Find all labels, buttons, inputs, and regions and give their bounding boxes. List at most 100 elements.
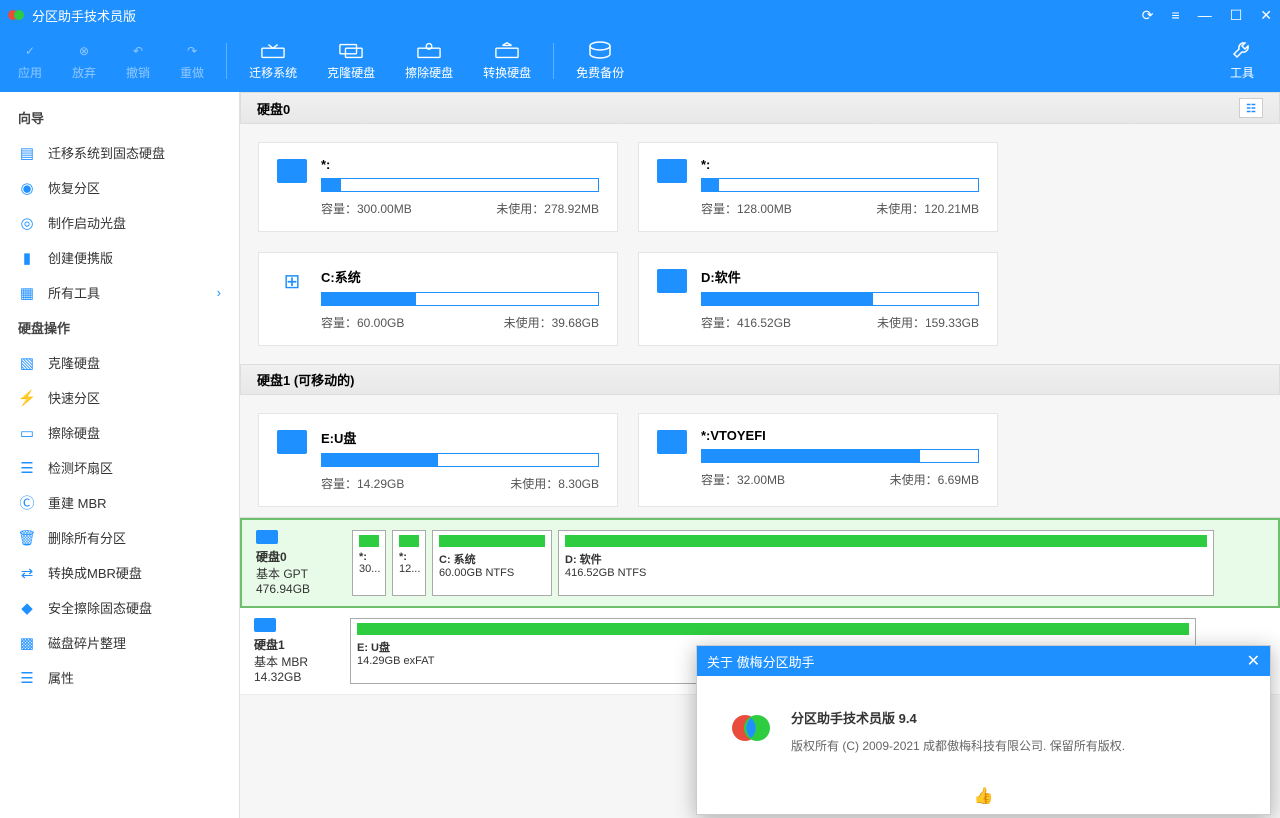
convert-button[interactable]: 转换硬盘 — [483, 41, 531, 81]
partition-card[interactable]: C:系统 容量：60.00GB未使用：39.68GB — [258, 252, 618, 346]
sidebar-item-rebuild-mbr[interactable]: Ⓒ重建 MBR — [0, 485, 239, 520]
sidebar-item-properties[interactable]: ☰属性 — [0, 660, 239, 695]
disk-icon — [256, 530, 278, 544]
recover-icon: ◉ — [18, 179, 36, 197]
wipe-icon — [417, 41, 441, 61]
usage-bar — [321, 292, 599, 306]
clone-icon: ▧ — [18, 354, 36, 372]
disk-segment[interactable]: *:30... — [352, 530, 386, 596]
drive-icon — [277, 159, 307, 183]
migrate-button[interactable]: 迁移系统 — [249, 41, 297, 81]
migrate-icon — [261, 41, 285, 61]
about-version: 分区助手技术员版 9.4 — [791, 708, 1125, 727]
unused-label: 未使用：6.69MB — [890, 471, 979, 488]
capacity-label: 容量：128.00MB — [701, 200, 792, 217]
app-title: 分区助手技术员版 — [32, 6, 1142, 25]
wipe-button[interactable]: 擦除硬盘 — [405, 41, 453, 81]
sidebar-item-migrate-ssd[interactable]: ▤迁移系统到固态硬盘 — [0, 135, 239, 170]
ssd-icon: ▤ — [18, 144, 36, 162]
disc-icon: ◎ — [18, 214, 36, 232]
sidebar-item-defrag[interactable]: ▩磁盘碎片整理 — [0, 625, 239, 660]
titlebar: 分区助手技术员版 ⟳ ≡ — ☐ ✕ — [0, 0, 1280, 30]
chevron-right-icon: › — [217, 285, 221, 300]
close-button[interactable]: ✕ — [1260, 7, 1272, 24]
mbr-icon: Ⓒ — [18, 494, 36, 512]
unused-label: 未使用：120.21MB — [876, 200, 979, 217]
drive-icon — [277, 269, 307, 293]
redo-button[interactable]: ↷重做 — [180, 41, 204, 81]
drive-icon — [657, 159, 687, 183]
convert-icon — [495, 41, 519, 61]
maximize-button[interactable]: ☐ — [1230, 7, 1243, 24]
drive-icon — [657, 269, 687, 293]
scan-icon: ☰ — [18, 459, 36, 477]
partition-card[interactable]: E:U盘 容量：14.29GB 未使用：8.30GB — [258, 413, 618, 507]
list-icon: ☰ — [18, 669, 36, 687]
disk-segment[interactable]: D: 软件416.52GB NTFS — [558, 530, 1214, 596]
about-dialog-title: 关于 傲梅分区助手 ✕ — [697, 646, 1270, 676]
view-toggle-button[interactable]: ☷ — [1239, 98, 1263, 118]
sidebar-item-convert-mbr[interactable]: ⇄转换成MBR硬盘 — [0, 555, 239, 590]
disk-segment[interactable]: *:12... — [392, 530, 426, 596]
minimize-button[interactable]: — — [1198, 7, 1212, 23]
menu-icon[interactable]: ≡ — [1172, 7, 1180, 23]
partition-card[interactable]: *: 容量：300.00MB未使用：278.92MB — [258, 142, 618, 232]
check-icon: ✓ — [18, 41, 42, 61]
sidebar-item-portable[interactable]: ▮创建便携版 — [0, 240, 239, 275]
undo-button[interactable]: ↶撤销 — [126, 41, 150, 81]
usage-bar — [701, 449, 979, 463]
refresh-icon[interactable]: ⟳ — [1142, 7, 1154, 24]
sidebar-item-delete-all[interactable]: 🗑删除所有分区 — [0, 520, 239, 555]
about-dialog: 关于 傲梅分区助手 ✕ 分区助手技术员版 9.4 版权所有 (C) 2009-2… — [696, 645, 1271, 815]
unused-label: 未使用：8.30GB — [510, 475, 599, 492]
usage-bar — [701, 178, 979, 192]
disk1-header: 硬盘1 (可移动的) — [240, 364, 1280, 395]
sidebar-item-boot-disc[interactable]: ◎制作启动光盘 — [0, 205, 239, 240]
about-close-button[interactable]: ✕ — [1247, 651, 1260, 671]
disk-segment[interactable]: C: 系统60.00GB NTFS — [432, 530, 552, 596]
usage-bar — [321, 178, 599, 192]
partition-name: E:U盘 — [321, 428, 599, 447]
about-logo-icon — [731, 708, 771, 748]
partition-card[interactable]: *:VTOYEFI 容量：32.00MB未使用：6.69MB — [638, 413, 998, 507]
disk-label: 硬盘0基本 GPT476.94GB — [256, 530, 346, 596]
defrag-icon: ▩ — [18, 634, 36, 652]
redo-icon: ↷ — [180, 41, 204, 61]
drive-icon — [277, 430, 307, 454]
undo-icon: ↶ — [126, 41, 150, 61]
partition-name: *: — [701, 157, 979, 172]
shield-icon: ◆ — [18, 599, 36, 617]
partition-name: D:软件 — [701, 267, 979, 286]
toolbar: ✓应用 ⊗放弃 ↶撤销 ↷重做 迁移系统 克隆硬盘 擦除硬盘 转换硬盘 免费备份… — [0, 30, 1280, 92]
backup-icon — [588, 41, 612, 61]
capacity-label: 容量：60.00GB — [321, 314, 404, 331]
sidebar-item-recover-partition[interactable]: ◉恢复分区 — [0, 170, 239, 205]
sidebar-item-wipe-disk[interactable]: ▭擦除硬盘 — [0, 415, 239, 450]
portable-icon: ▮ — [18, 249, 36, 267]
backup-button[interactable]: 免费备份 — [576, 41, 624, 81]
cancel-icon: ⊗ — [72, 41, 96, 61]
usage-bar — [321, 453, 599, 467]
sidebar-item-clone-disk[interactable]: ▧克隆硬盘 — [0, 345, 239, 380]
discard-button[interactable]: ⊗放弃 — [72, 41, 96, 81]
partition-name: C:系统 — [321, 267, 599, 286]
clone-button[interactable]: 克隆硬盘 — [327, 41, 375, 81]
grid-icon: ▦ — [18, 284, 36, 302]
disk-icon — [254, 618, 276, 632]
thumb-icon[interactable]: 👍 — [974, 786, 994, 806]
sidebar-item-secure-erase[interactable]: ◆安全擦除固态硬盘 — [0, 590, 239, 625]
trash-icon: 🗑 — [18, 529, 36, 547]
disk0-bar-row[interactable]: 硬盘0基本 GPT476.94GB *:30... *:12... C: 系统6… — [240, 518, 1280, 608]
sidebar-diskops-title: 硬盘操作 — [0, 310, 239, 345]
tools-button[interactable]: 工具 — [1230, 41, 1254, 81]
capacity-label: 容量：14.29GB — [321, 475, 404, 492]
disk0-header: 硬盘0 ☷ — [240, 92, 1280, 124]
apply-button[interactable]: ✓应用 — [18, 41, 42, 81]
sidebar-item-all-tools[interactable]: ▦所有工具› — [0, 275, 239, 310]
partition-card[interactable]: *: 容量：128.00MB 未使用：120.21MB — [638, 142, 998, 232]
partition-name: *:VTOYEFI — [701, 428, 979, 443]
sidebar-item-quick-partition[interactable]: ⚡快速分区 — [0, 380, 239, 415]
app-logo-icon — [8, 7, 24, 23]
sidebar-item-bad-sector[interactable]: ☰检测坏扇区 — [0, 450, 239, 485]
partition-card[interactable]: D:软件 容量：416.52GB未使用：159.33GB — [638, 252, 998, 346]
